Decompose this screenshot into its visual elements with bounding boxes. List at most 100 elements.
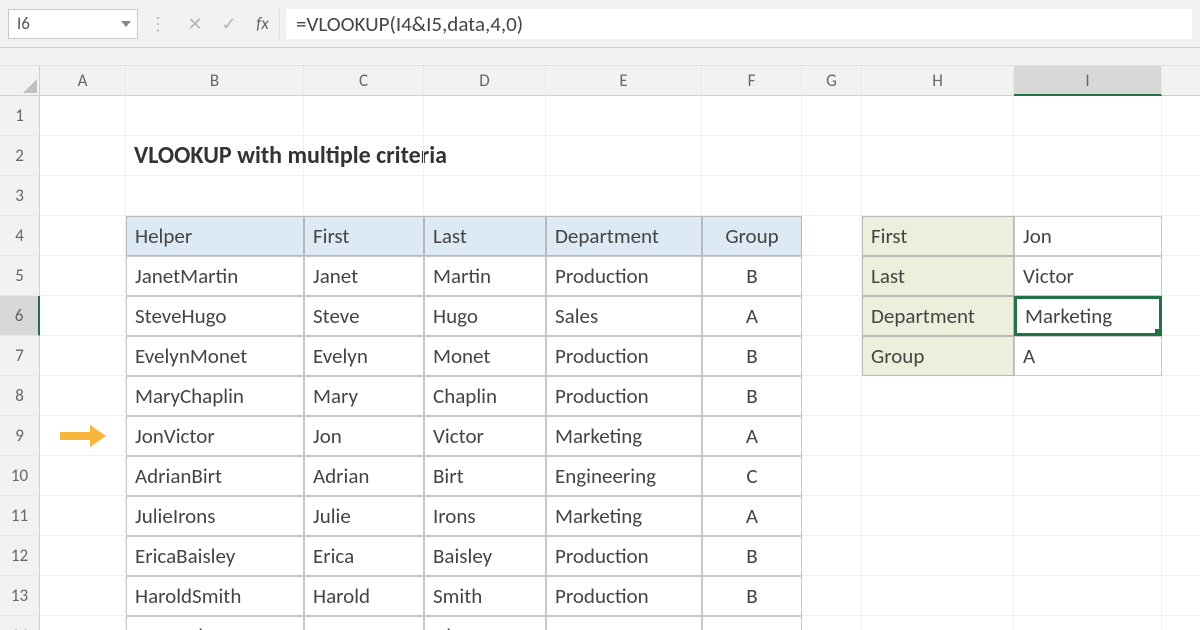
select-all-corner[interactable]	[0, 66, 40, 96]
row-header[interactable]: 10	[0, 456, 40, 496]
cell[interactable]	[1014, 376, 1162, 416]
cell[interactable]	[802, 216, 862, 256]
cell[interactable]	[1162, 336, 1200, 376]
cell[interactable]	[424, 176, 546, 216]
cell[interactable]	[1162, 576, 1200, 616]
table-header[interactable]: First	[304, 216, 424, 256]
lookup-label[interactable]: First	[862, 216, 1014, 256]
table-cell[interactable]: Production	[546, 256, 702, 296]
row-header[interactable]: 13	[0, 576, 40, 616]
table-header[interactable]: Helper	[126, 216, 304, 256]
cell[interactable]	[802, 336, 862, 376]
cell[interactable]	[40, 296, 126, 336]
cell[interactable]	[40, 616, 126, 630]
cell[interactable]	[862, 576, 1014, 616]
table-cell[interactable]: B	[702, 536, 802, 576]
row-header[interactable]: 9	[0, 416, 40, 456]
cell[interactable]	[1014, 456, 1162, 496]
cell[interactable]	[40, 376, 126, 416]
table-cell[interactable]: JulieIrons	[126, 496, 304, 536]
cell[interactable]	[304, 96, 424, 136]
table-cell[interactable]: Steve	[304, 296, 424, 336]
cell[interactable]	[802, 256, 862, 296]
table-cell[interactable]: Production	[546, 336, 702, 376]
cell[interactable]	[802, 456, 862, 496]
cell[interactable]	[546, 136, 702, 176]
lookup-label[interactable]: Group	[862, 336, 1014, 376]
cell[interactable]	[802, 136, 862, 176]
col-header[interactable]: H	[862, 66, 1014, 96]
table-cell[interactable]: EvelynMonet	[126, 336, 304, 376]
chevron-down-icon[interactable]	[121, 21, 131, 27]
col-header[interactable]: E	[546, 66, 702, 96]
table-cell[interactable]: B	[702, 336, 802, 376]
cell[interactable]	[802, 496, 862, 536]
table-cell[interactable]: B	[702, 256, 802, 296]
col-header[interactable]: G	[802, 66, 862, 96]
cell[interactable]	[862, 456, 1014, 496]
table-cell[interactable]: Production	[546, 576, 702, 616]
table-cell[interactable]: Sales	[546, 296, 702, 336]
table-cell[interactable]: Monet	[424, 336, 546, 376]
col-header[interactable]: B	[126, 66, 304, 96]
table-cell[interactable]: Harold	[304, 576, 424, 616]
cell[interactable]	[702, 136, 802, 176]
cell[interactable]	[1014, 536, 1162, 576]
enter-formula-button[interactable]: ✓	[212, 9, 246, 39]
col-header[interactable]: D	[424, 66, 546, 96]
cell[interactable]	[40, 96, 126, 136]
lookup-value[interactable]: A	[1014, 336, 1162, 376]
cell[interactable]	[1014, 136, 1162, 176]
cell[interactable]	[40, 536, 126, 576]
row-header[interactable]: 1	[0, 96, 40, 136]
table-cell[interactable]: Martin	[424, 256, 546, 296]
cell[interactable]	[1162, 136, 1200, 176]
table-cell[interactable]: B	[702, 576, 802, 616]
cell[interactable]	[862, 376, 1014, 416]
cancel-formula-button[interactable]: ✕	[178, 9, 212, 39]
cell[interactable]	[126, 96, 304, 136]
cell[interactable]	[1162, 216, 1200, 256]
table-cell[interactable]: Hugo	[424, 296, 546, 336]
cell[interactable]	[1162, 376, 1200, 416]
name-box[interactable]: I6	[8, 9, 138, 39]
table-cell[interactable]: SusanGlass	[126, 616, 304, 630]
table-cell[interactable]: Victor	[424, 416, 546, 456]
table-cell[interactable]: Jon	[304, 416, 424, 456]
table-cell[interactable]: Mary	[304, 376, 424, 416]
cell[interactable]	[424, 136, 546, 176]
table-cell[interactable]: Adrian	[304, 456, 424, 496]
cell[interactable]	[1162, 296, 1200, 336]
row-header[interactable]: 3	[0, 176, 40, 216]
table-cell[interactable]: Baisley	[424, 536, 546, 576]
table-cell[interactable]: Irons	[424, 496, 546, 536]
table-cell[interactable]: A	[702, 416, 802, 456]
cell[interactable]	[40, 256, 126, 296]
table-header[interactable]: Last	[424, 216, 546, 256]
cell[interactable]	[40, 336, 126, 376]
cell[interactable]	[1014, 96, 1162, 136]
cell[interactable]	[1014, 176, 1162, 216]
cell[interactable]	[802, 616, 862, 630]
cell[interactable]	[40, 176, 126, 216]
cell[interactable]	[1014, 576, 1162, 616]
row-header[interactable]: 14	[0, 616, 40, 630]
cell[interactable]	[1162, 536, 1200, 576]
cell[interactable]	[802, 96, 862, 136]
formula-input[interactable]: =VLOOKUP(I4&I5,data,4,0)	[286, 9, 1192, 39]
table-cell[interactable]: B	[702, 616, 802, 630]
cell[interactable]	[304, 176, 424, 216]
table-cell[interactable]: Support	[546, 616, 702, 630]
col-header[interactable]: I	[1014, 66, 1162, 96]
table-cell[interactable]: HaroldSmith	[126, 576, 304, 616]
row-header[interactable]: 4	[0, 216, 40, 256]
cell[interactable]	[802, 376, 862, 416]
row-header[interactable]: 12	[0, 536, 40, 576]
table-cell[interactable]: B	[702, 376, 802, 416]
cell[interactable]	[1014, 616, 1162, 630]
cell[interactable]	[1162, 496, 1200, 536]
cell[interactable]	[1014, 416, 1162, 456]
cell[interactable]	[862, 616, 1014, 630]
col-header[interactable]: A	[40, 66, 126, 96]
row-header[interactable]: 5	[0, 256, 40, 296]
